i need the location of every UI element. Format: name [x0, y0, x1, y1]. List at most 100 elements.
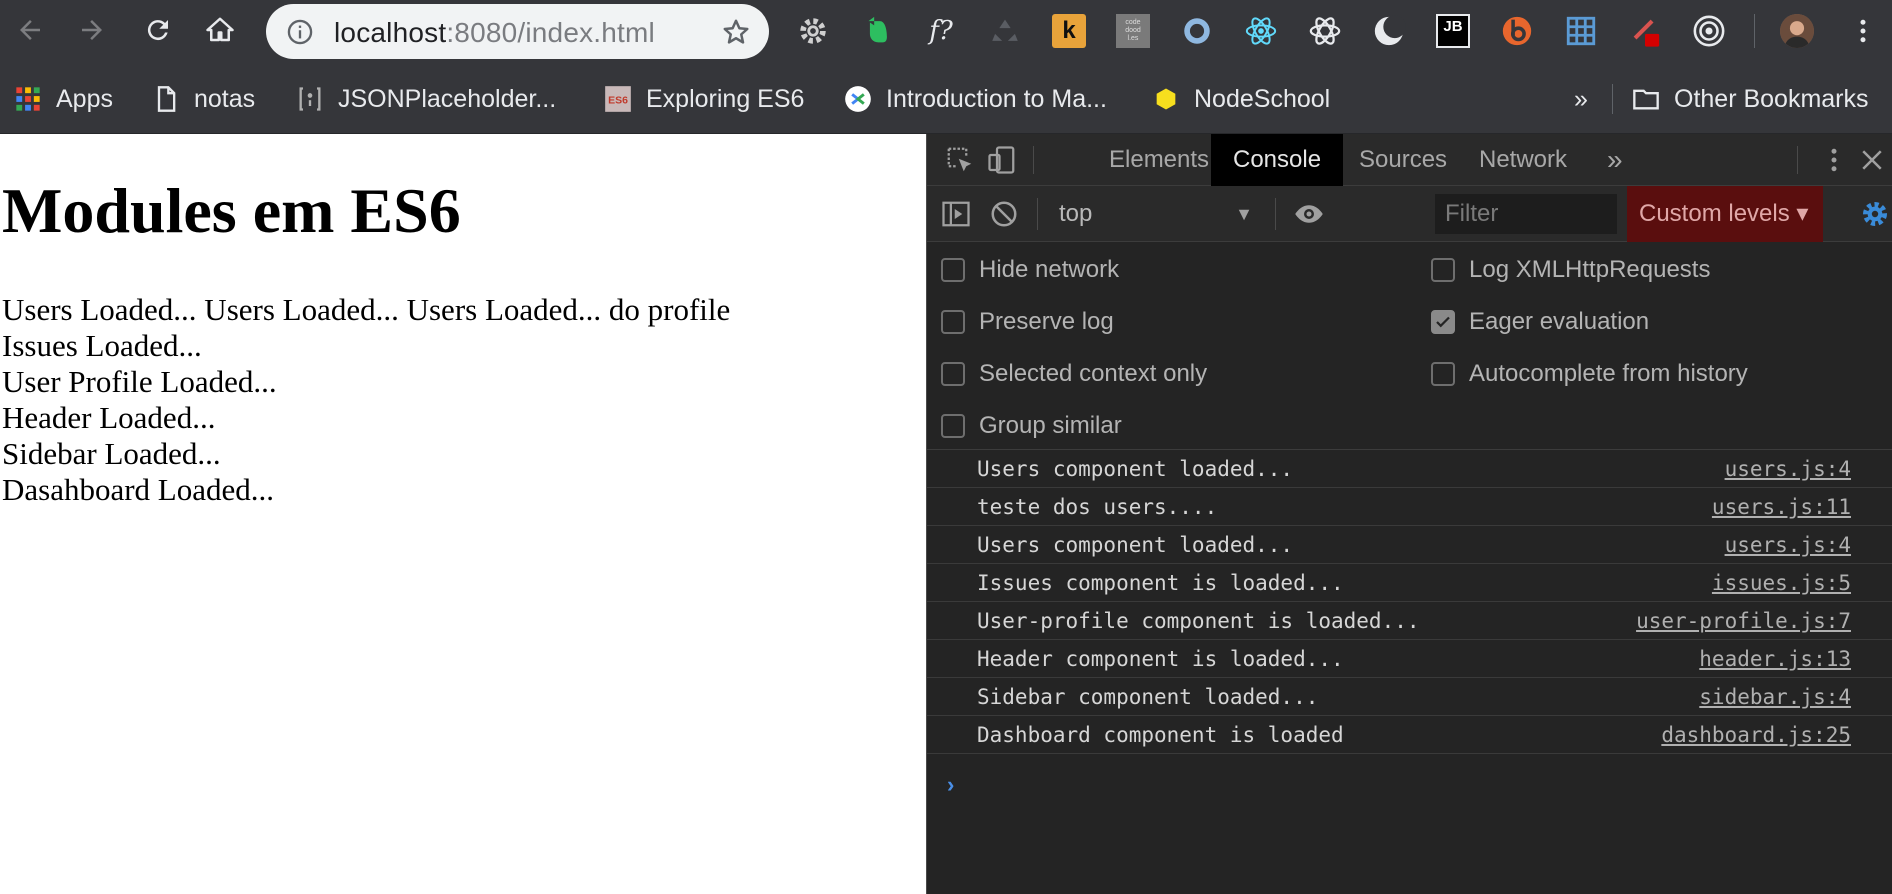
- tab-sources[interactable]: Sources: [1337, 134, 1469, 186]
- tab-label: Sources: [1359, 146, 1448, 173]
- bookmark-label: Other Bookmarks: [1674, 84, 1869, 113]
- url-host: localhost: [334, 17, 447, 48]
- hide-network-option[interactable]: Hide network: [941, 256, 1119, 284]
- autocomplete-history-option[interactable]: Autocomplete from history: [1431, 360, 1748, 388]
- checkbox[interactable]: [941, 310, 965, 334]
- source-link[interactable]: header.js:13: [1699, 647, 1851, 671]
- option-label: Eager evaluation: [1469, 308, 1650, 335]
- eager-evaluation-option[interactable]: Eager evaluation: [1431, 308, 1649, 336]
- bookmark-notas[interactable]: notas: [152, 81, 255, 117]
- more-tabs-button[interactable]: »: [1585, 134, 1645, 186]
- react-devtools-icon[interactable]: [1244, 14, 1278, 48]
- bookmark-star-icon[interactable]: [721, 17, 751, 47]
- message-text: Sidebar component loaded...: [977, 685, 1319, 709]
- bookmark-label: NodeSchool: [1194, 84, 1331, 113]
- kebab-menu-icon[interactable]: [1848, 14, 1878, 48]
- group-similar-option[interactable]: Group similar: [941, 412, 1122, 440]
- atom-extension-icon[interactable]: [1308, 14, 1342, 48]
- console-settings-gear-icon[interactable]: [1857, 196, 1892, 232]
- log-levels-dropdown[interactable]: Custom levels ▾: [1627, 186, 1823, 242]
- source-link[interactable]: dashboard.js:25: [1661, 723, 1851, 747]
- option-label: Preserve log: [979, 308, 1114, 335]
- circle-extension-icon[interactable]: [1180, 14, 1214, 48]
- bookmarks-overflow-button[interactable]: »: [1574, 81, 1588, 117]
- inspect-element-icon[interactable]: [945, 145, 975, 175]
- tab-elements[interactable]: Elements: [1087, 134, 1231, 186]
- bookmark-introduction[interactable]: Introduction to Ma...: [844, 81, 1107, 117]
- tab-divider: [1797, 146, 1798, 174]
- svg-text:ES6: ES6: [608, 95, 628, 107]
- gear-extension-icon[interactable]: [796, 14, 830, 48]
- log-xhr-option[interactable]: Log XMLHttpRequests: [1431, 256, 1710, 284]
- output-line: Header Loaded...: [2, 400, 216, 435]
- b-extension-icon[interactable]: [1500, 14, 1534, 48]
- page-output: Users Loaded... Users Loaded... Users Lo…: [2, 292, 730, 508]
- source-link[interactable]: issues.js:5: [1712, 571, 1851, 595]
- preserve-log-option[interactable]: Preserve log: [941, 308, 1114, 336]
- jetbrains-extension-icon[interactable]: JB: [1436, 14, 1470, 48]
- browser-toolbar: localhost:8080/index.html f? k code dood…: [0, 0, 1892, 64]
- page-viewport: Modules em ES6 Users Loaded... Users Loa…: [0, 134, 926, 894]
- source-link[interactable]: users.js:4: [1725, 457, 1851, 481]
- profile-avatar[interactable]: [1780, 14, 1814, 48]
- address-bar[interactable]: localhost:8080/index.html: [266, 4, 769, 59]
- bookmark-apps[interactable]: Apps: [14, 81, 113, 117]
- es6-icon: ES6: [604, 85, 632, 113]
- checkbox[interactable]: [941, 258, 965, 282]
- checkbox[interactable]: [1431, 362, 1455, 386]
- live-expression-eye-icon[interactable]: [1291, 199, 1327, 229]
- bookmarks-bar: Apps notas JSONPlaceholder... ES6 Explor…: [0, 64, 1892, 134]
- bookmark-exploring-es6[interactable]: ES6 Exploring ES6: [604, 81, 804, 117]
- tab-console[interactable]: Console: [1211, 134, 1344, 186]
- bookmarks-overflow-label: »: [1574, 84, 1588, 113]
- forward-arrow-icon: [77, 15, 107, 50]
- console-message: Dashboard component is loaded dashboard.j…: [927, 716, 1892, 754]
- checkbox-checked[interactable]: [1431, 310, 1455, 334]
- console-prompt[interactable]: ›: [947, 772, 954, 798]
- source-link[interactable]: sidebar.js:4: [1699, 685, 1851, 709]
- reload-button[interactable]: [138, 12, 178, 52]
- codedoodl-extension-icon[interactable]: code dood l.es: [1116, 14, 1150, 48]
- target-extension-icon[interactable]: [1692, 14, 1726, 48]
- evernote-extension-icon[interactable]: [860, 14, 894, 48]
- checkbox[interactable]: [941, 362, 965, 386]
- recycle-extension-icon[interactable]: [988, 14, 1022, 48]
- bookmark-jsonplaceholder[interactable]: JSONPlaceholder...: [296, 81, 556, 117]
- source-link[interactable]: users.js:4: [1725, 533, 1851, 557]
- console-message: teste dos users.... users.js:11: [927, 488, 1892, 526]
- clear-console-icon[interactable]: [989, 199, 1019, 229]
- page-title: Modules em ES6: [2, 175, 461, 246]
- function-extension-icon[interactable]: f?: [924, 14, 958, 48]
- devtools-menu-icon[interactable]: [1819, 145, 1849, 175]
- info-icon[interactable]: [286, 18, 314, 46]
- forward-button[interactable]: [72, 12, 112, 52]
- option-label: Log XMLHttpRequests: [1469, 256, 1711, 283]
- selected-context-option[interactable]: Selected context only: [941, 360, 1207, 388]
- back-button[interactable]: [10, 12, 50, 52]
- k-extension-icon[interactable]: k: [1052, 14, 1086, 48]
- grid-extension-icon[interactable]: [1564, 14, 1598, 48]
- moon-extension-icon[interactable]: [1372, 14, 1406, 48]
- home-icon: [205, 15, 235, 50]
- output-line: Users Loaded... Users Loaded... Users Lo…: [2, 292, 731, 327]
- paint-extension-icon[interactable]: [1628, 14, 1662, 48]
- close-devtools-icon[interactable]: [1857, 145, 1887, 175]
- context-select[interactable]: top ▼: [1059, 194, 1259, 234]
- bookmark-nodeschool[interactable]: NodeSchool: [1152, 81, 1330, 117]
- source-link[interactable]: users.js:11: [1712, 495, 1851, 519]
- checkbox[interactable]: [941, 414, 965, 438]
- tab-network[interactable]: Network: [1457, 134, 1589, 186]
- google-icon: [844, 85, 872, 113]
- device-toolbar-icon[interactable]: [987, 145, 1017, 175]
- function-extension-label: f?: [929, 16, 953, 46]
- checkbox[interactable]: [1431, 258, 1455, 282]
- bookmarks-divider: [1612, 84, 1613, 114]
- show-sidebar-icon[interactable]: [941, 199, 971, 229]
- filter-input[interactable]: [1435, 194, 1617, 234]
- source-link[interactable]: user-profile.js:7: [1636, 609, 1851, 633]
- output-line: Issues Loaded...: [2, 328, 202, 363]
- bookmark-other[interactable]: Other Bookmarks: [1632, 81, 1869, 117]
- console-settings-pane: Hide network Preserve log Selected conte…: [927, 242, 1892, 450]
- option-label: Autocomplete from history: [1469, 360, 1748, 387]
- home-button[interactable]: [200, 12, 240, 52]
